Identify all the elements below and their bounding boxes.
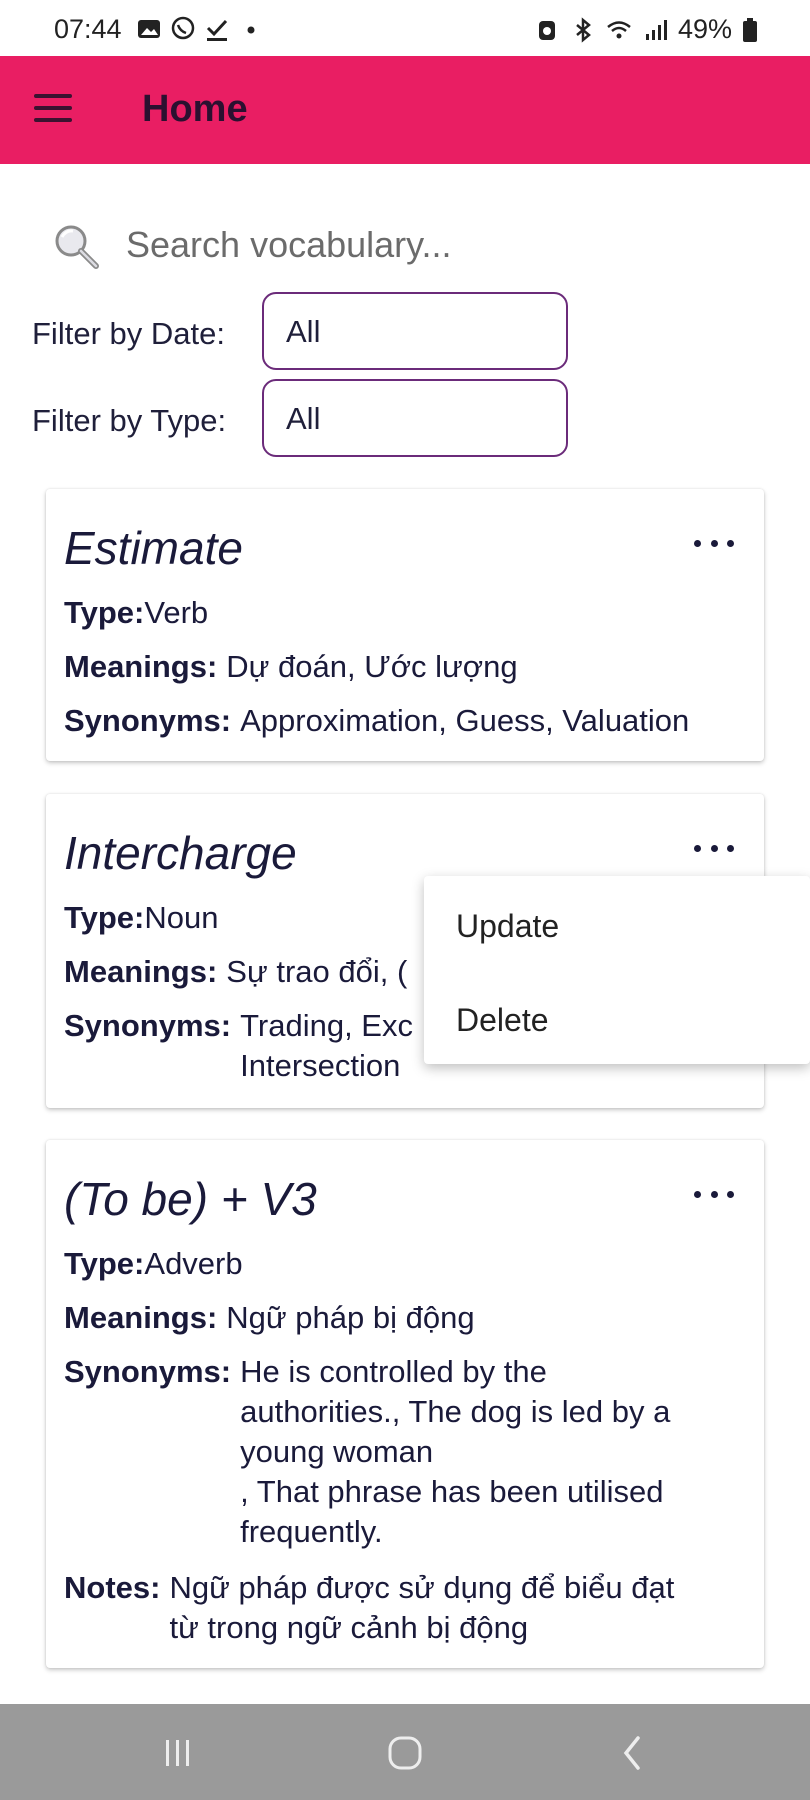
meanings-label: Meanings: (64, 954, 218, 989)
type-label: Type: (64, 1246, 145, 1281)
notification-icons (136, 16, 264, 42)
hamburger-menu-icon[interactable] (34, 94, 74, 126)
alarm-icon (538, 20, 555, 40)
vocab-type: Verb (144, 595, 209, 630)
vocab-synonyms: Trading, Exc Intersection (240, 1008, 413, 1083)
battery-percent: 49% (677, 14, 732, 44)
battery-icon (743, 17, 757, 42)
signal-icon (645, 19, 667, 40)
vocab-meanings-row: Meanings: Dự đoán, Ước lượng (64, 647, 518, 687)
status-bar: 07:44 49% (0, 0, 810, 56)
vocab-notes-row: Notes: Ngữ pháp được sử dụng để biểu đạt … (64, 1568, 674, 1648)
wifi-icon (607, 20, 631, 38)
vocab-meanings: Sự trao đổi, ( (226, 954, 408, 989)
vocab-type-row: Type: Verb (64, 593, 208, 633)
card-options-menu: Update Delete (424, 876, 810, 1064)
synonyms-label: Synonyms: (64, 1354, 232, 1389)
vocab-synonyms-row: Synonyms: He is controlled by the authori… (64, 1352, 670, 1552)
vocab-card: Estimate Type: Verb Meanings: Dự đoán, Ước… (46, 489, 764, 761)
bluetooth-icon (576, 16, 591, 43)
vocab-type-row: Type: Noun (64, 898, 219, 938)
vocab-synonyms: He is controlled by the authorities., Th… (240, 1354, 671, 1549)
meanings-label: Meanings: (64, 1300, 218, 1335)
check-download-icon (206, 19, 228, 41)
vocab-title: Intercharge (64, 827, 297, 879)
vocab-meanings: Dự đoán, Ước lượng (226, 649, 518, 684)
vocab-meanings-row: Meanings: Ngữ pháp bị động (64, 1298, 475, 1338)
notes-label: Notes: (64, 1570, 161, 1605)
vocab-meanings: Ngữ pháp bị động (226, 1300, 475, 1335)
filter-date-select[interactable]: All (262, 292, 568, 370)
vocab-type-row: Type: Adverb (64, 1244, 243, 1284)
type-label: Type: (64, 900, 145, 935)
more-options-icon[interactable] (694, 1182, 734, 1206)
system-icons: 49% (534, 14, 758, 45)
status-time: 07:44 (54, 14, 122, 44)
more-options-icon[interactable] (694, 836, 734, 860)
search-icon (55, 225, 99, 269)
search-bar (52, 214, 752, 278)
synonyms-label: Synonyms: (64, 1008, 232, 1043)
recent-apps-icon[interactable] (152, 1728, 202, 1778)
vocab-title: (To be) + V3 (64, 1173, 317, 1225)
vocab-synonyms: Approximation, Guess, Valuation (240, 703, 690, 738)
page-title: Home (142, 88, 248, 130)
app-bar: Home (0, 56, 810, 164)
home-icon[interactable] (380, 1728, 430, 1778)
vocab-synonyms-row: Synonyms: Trading, Exc Intersection (64, 1006, 413, 1086)
viber-icon (171, 16, 195, 40)
vocab-notes: Ngữ pháp được sử dụng để biểu đạt từ tro… (169, 1570, 675, 1645)
menu-item-delete[interactable]: Delete (456, 1002, 549, 1039)
vocab-type: Noun (144, 900, 219, 935)
dot-icon (247, 26, 255, 34)
synonyms-label: Synonyms: (64, 703, 232, 738)
vocab-card: (To be) + V3 Type: Adverb Meanings: Ngữ ph… (46, 1140, 764, 1668)
search-input[interactable] (126, 220, 726, 270)
type-label: Type: (64, 595, 145, 630)
vocab-synonyms-row: Synonyms: Approximation, Guess, Valuation (64, 701, 689, 741)
more-options-icon[interactable] (694, 531, 734, 555)
menu-item-update[interactable]: Update (456, 908, 559, 945)
navigation-bar (0, 1704, 810, 1800)
filter-type-select[interactable]: All (262, 379, 568, 457)
vocab-type: Adverb (144, 1246, 243, 1281)
meanings-label: Meanings: (64, 649, 218, 684)
vocab-title: Estimate (64, 522, 243, 574)
back-icon[interactable] (608, 1728, 658, 1778)
filter-date-label: Filter by Date: (32, 316, 225, 351)
filter-type-label: Filter by Type: (32, 403, 227, 438)
vocab-meanings-row: Meanings: Sự trao đổi, ( (64, 952, 407, 992)
gallery-icon (138, 20, 160, 38)
